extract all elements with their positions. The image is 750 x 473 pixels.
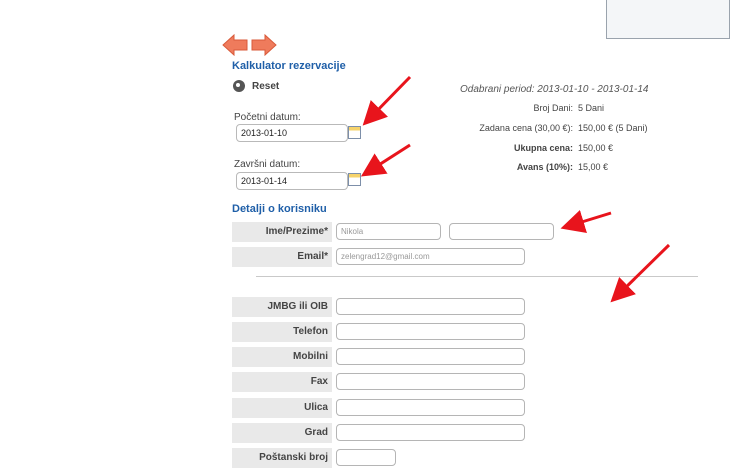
annotation-arrow xyxy=(362,75,412,126)
annotation-arrow xyxy=(360,143,411,177)
annotation-arrow xyxy=(560,210,612,233)
annotation-arrows xyxy=(360,75,671,303)
annotation-arrow xyxy=(610,243,671,303)
